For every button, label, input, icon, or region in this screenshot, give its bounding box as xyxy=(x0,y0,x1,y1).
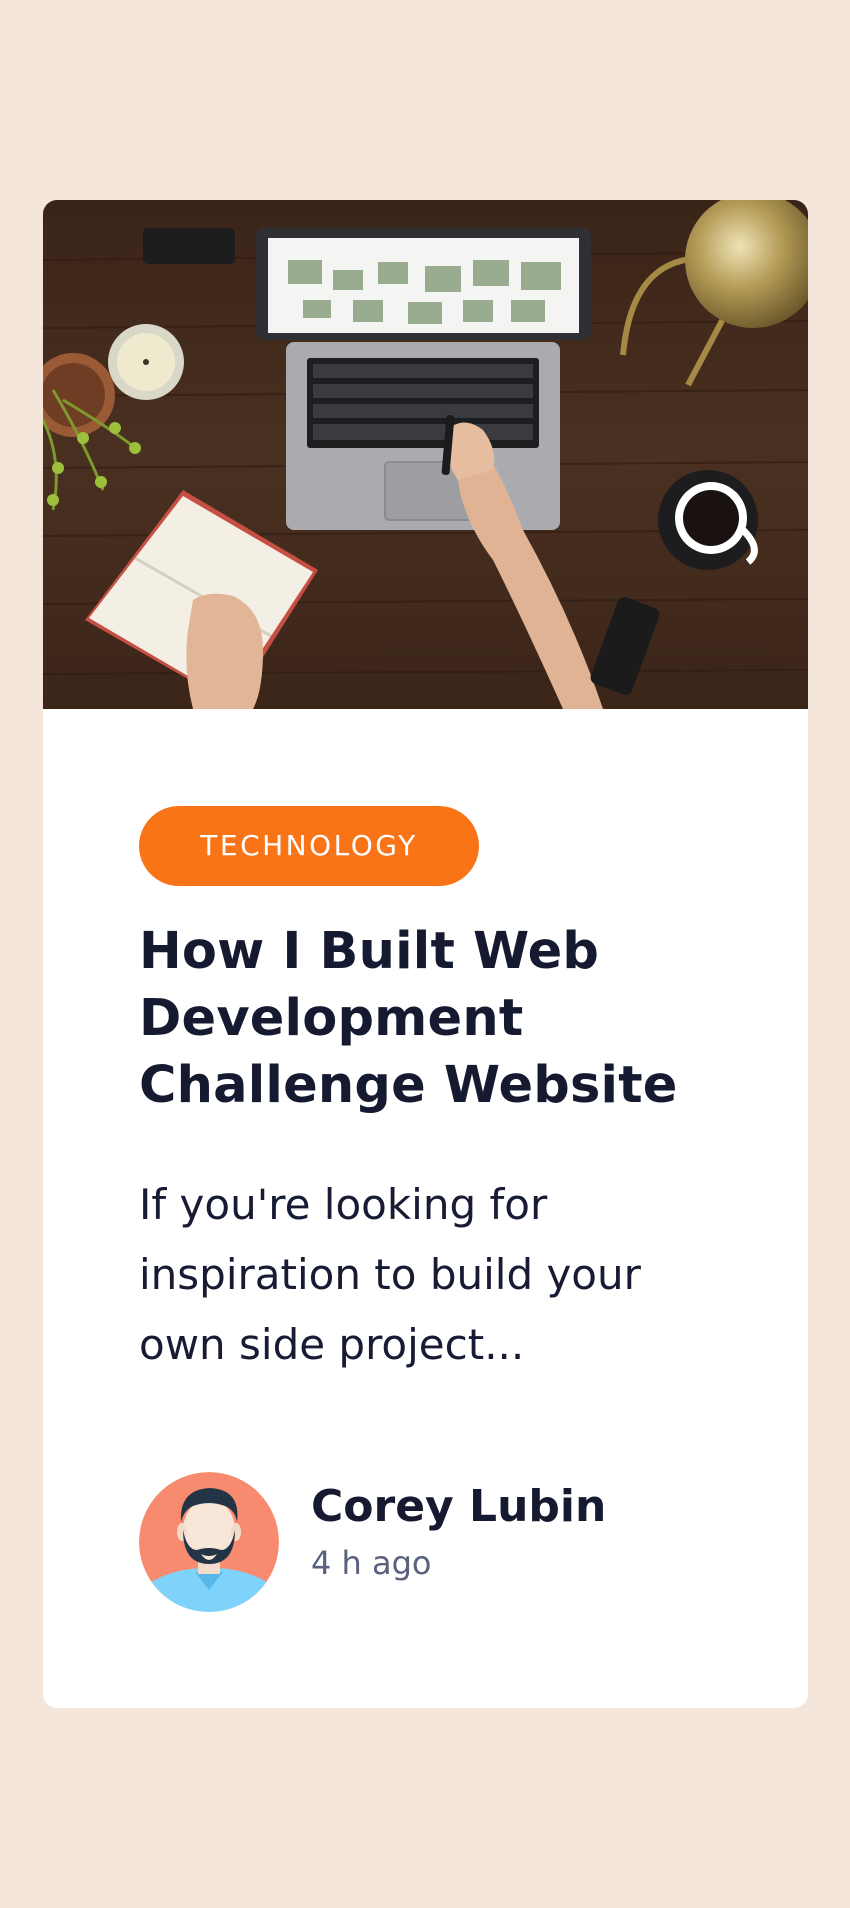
author-avatar xyxy=(139,1472,279,1612)
bearded-man-avatar-icon xyxy=(139,1472,279,1612)
desk-laptop-illustration xyxy=(43,200,808,709)
post-timestamp: 4 h ago xyxy=(311,1544,432,1582)
article-card[interactable]: TECHNOLOGY How I Built Web Development C… xyxy=(43,200,808,1708)
category-badge[interactable]: TECHNOLOGY xyxy=(139,806,479,886)
author-name[interactable]: Corey Lubin xyxy=(311,1481,606,1532)
article-hero-image xyxy=(43,200,808,709)
article-title[interactable]: How I Built Web Development Challenge We… xyxy=(139,918,699,1119)
article-excerpt: If you're looking for inspiration to bui… xyxy=(139,1180,641,1369)
